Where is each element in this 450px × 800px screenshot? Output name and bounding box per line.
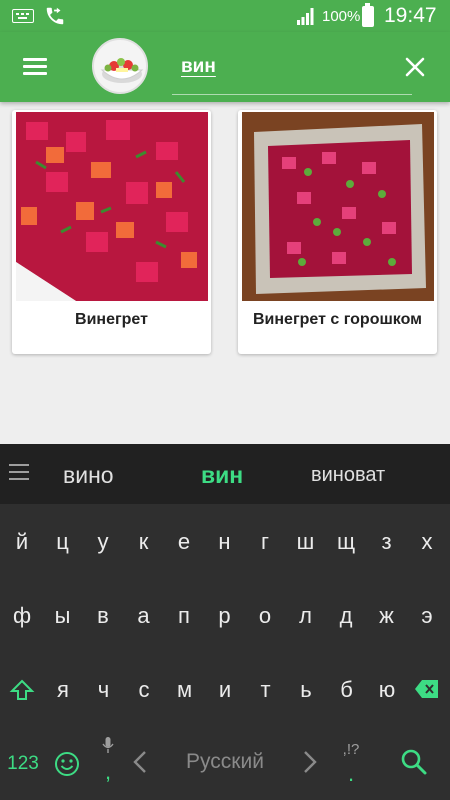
- recipe-photo: [16, 112, 208, 301]
- battery-percent: 100%: [322, 8, 361, 25]
- key[interactable]: ы: [43, 588, 83, 644]
- key[interactable]: й: [2, 514, 42, 570]
- key[interactable]: щ: [326, 514, 366, 570]
- key[interactable]: г: [245, 514, 285, 570]
- keyboard-menu-button[interactable]: [9, 464, 29, 482]
- signal-icon: [297, 8, 314, 25]
- key[interactable]: р: [205, 588, 245, 644]
- key[interactable]: м: [165, 662, 205, 718]
- key[interactable]: з: [367, 514, 407, 570]
- key[interactable]: л: [286, 588, 326, 644]
- key[interactable]: х: [407, 514, 447, 570]
- recipe-card[interactable]: Винегрет: [12, 110, 211, 354]
- key[interactable]: е: [164, 514, 204, 570]
- call-forward-icon: [46, 7, 64, 25]
- key[interactable]: ц: [43, 514, 83, 570]
- emoji-icon[interactable]: [53, 750, 81, 778]
- numbers-key[interactable]: 123: [0, 736, 46, 792]
- key[interactable]: а: [124, 588, 164, 644]
- comma-key[interactable]: ,: [88, 744, 128, 800]
- key[interactable]: я: [43, 662, 83, 718]
- soft-keyboard: вино вин виноват йцукенгшщзх фывапролджэ…: [0, 444, 450, 800]
- key[interactable]: в: [83, 588, 123, 644]
- cursor-right-icon[interactable]: [301, 749, 319, 775]
- close-icon[interactable]: [402, 54, 428, 80]
- app-bar: вин: [0, 32, 450, 102]
- key[interactable]: б: [327, 662, 367, 718]
- suggestion-bar: вино вин виноват: [0, 444, 450, 504]
- app-logo: [92, 38, 148, 94]
- clock: 19:47: [384, 4, 437, 27]
- key[interactable]: э: [407, 588, 447, 644]
- key[interactable]: ю: [367, 662, 407, 718]
- menu-button[interactable]: [21, 56, 49, 78]
- search-icon[interactable]: [400, 748, 428, 776]
- recipe-card[interactable]: Винегрет с горошком: [238, 110, 437, 354]
- key[interactable]: о: [245, 588, 285, 644]
- battery-icon: [362, 3, 374, 27]
- suggestion-item[interactable]: виноват: [311, 464, 385, 487]
- key[interactable]: у: [83, 514, 123, 570]
- keyboard-indicator-icon: [12, 9, 34, 23]
- recipe-title: Винегрет: [75, 311, 148, 328]
- space-key[interactable]: Русский: [160, 750, 290, 774]
- key[interactable]: д: [326, 588, 366, 644]
- period-key[interactable]: .: [331, 746, 371, 800]
- key[interactable]: и: [205, 662, 245, 718]
- key[interactable]: п: [164, 588, 204, 644]
- key[interactable]: ф: [2, 588, 42, 644]
- search-query-text: вин: [181, 56, 216, 77]
- recipe-title: Винегрет с горошком: [252, 311, 422, 328]
- suggestion-item[interactable]: вино: [63, 462, 114, 489]
- key[interactable]: к: [124, 514, 164, 570]
- key[interactable]: ж: [367, 588, 407, 644]
- shift-icon[interactable]: [8, 676, 36, 704]
- key[interactable]: ь: [286, 662, 326, 718]
- key[interactable]: ч: [84, 662, 124, 718]
- search-underline: [172, 94, 412, 95]
- key[interactable]: т: [246, 662, 286, 718]
- key[interactable]: н: [205, 514, 245, 570]
- suggestion-item-primary[interactable]: вин: [201, 462, 243, 489]
- results-grid: Винегрет Винегрет с горошком: [0, 102, 450, 444]
- key[interactable]: ш: [286, 514, 326, 570]
- backspace-icon[interactable]: [414, 678, 440, 700]
- cursor-left-icon[interactable]: [131, 749, 149, 775]
- screen: 100% 19:47 вин Винегрет Винегрет с горош…: [0, 0, 450, 800]
- status-bar: 100% 19:47: [0, 0, 450, 32]
- recipe-photo: [242, 112, 434, 301]
- key[interactable]: с: [124, 662, 164, 718]
